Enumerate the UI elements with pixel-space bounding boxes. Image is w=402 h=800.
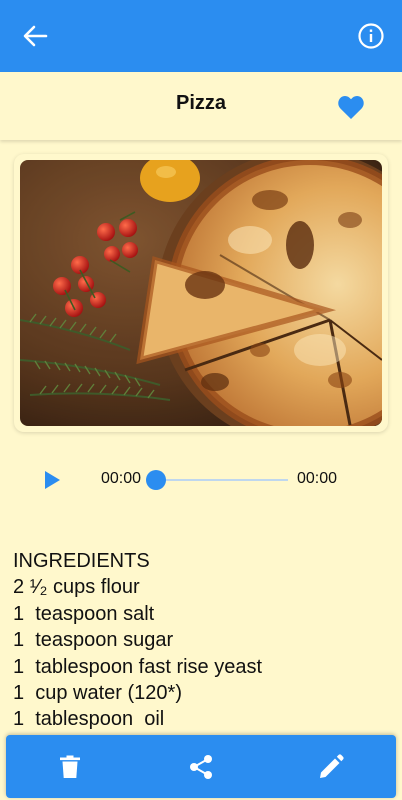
play-icon [45, 471, 60, 489]
back-button[interactable] [20, 22, 50, 50]
recipe-detail-screen: Pizza 00:00 00:00 INGREDIENTS 2 ¹⁄₂ cups… [0, 0, 402, 800]
ingredient-line: 1 teaspoon sugar [13, 629, 174, 652]
favorite-button[interactable] [337, 94, 367, 122]
bottom-action-bar [6, 735, 396, 798]
current-time: 00:00 [101, 470, 142, 487]
share-icon [190, 755, 212, 779]
ingredient-line: 2 ¹⁄₂ cups flour [13, 576, 140, 599]
title-bar: Pizza [0, 72, 402, 140]
ingredient-line: 1 tablespoon oil [13, 708, 165, 731]
trash-icon [60, 755, 80, 778]
progress-thumb[interactable] [146, 470, 166, 490]
recipe-image-card [14, 154, 388, 432]
total-time: 00:00 [297, 470, 338, 487]
ingredient-line: 1 teaspoon salt [13, 602, 155, 625]
ingredients-text: INGREDIENTS 2 ¹⁄₂ cups flour 1 teaspoon … [13, 548, 393, 733]
ingredient-line: 1 cup water (120*) [13, 682, 182, 705]
edit-button[interactable] [316, 752, 346, 782]
ingredients-heading: INGREDIENTS [13, 550, 150, 572]
progress-slider[interactable] [146, 470, 288, 490]
ingredient-line: 1 tablespoon fast rise yeast [13, 655, 263, 678]
play-button[interactable] [40, 468, 64, 492]
heart-filled-icon [338, 95, 364, 119]
arrow-back-icon [23, 25, 48, 47]
pencil-icon [320, 754, 344, 778]
share-button[interactable] [186, 752, 216, 782]
info-button[interactable] [356, 21, 386, 51]
delete-button[interactable] [55, 752, 85, 782]
audio-player: 00:00 00:00 [0, 456, 402, 504]
pizza-photo [20, 160, 382, 426]
info-circle-icon [358, 23, 384, 49]
app-bar [0, 0, 402, 72]
